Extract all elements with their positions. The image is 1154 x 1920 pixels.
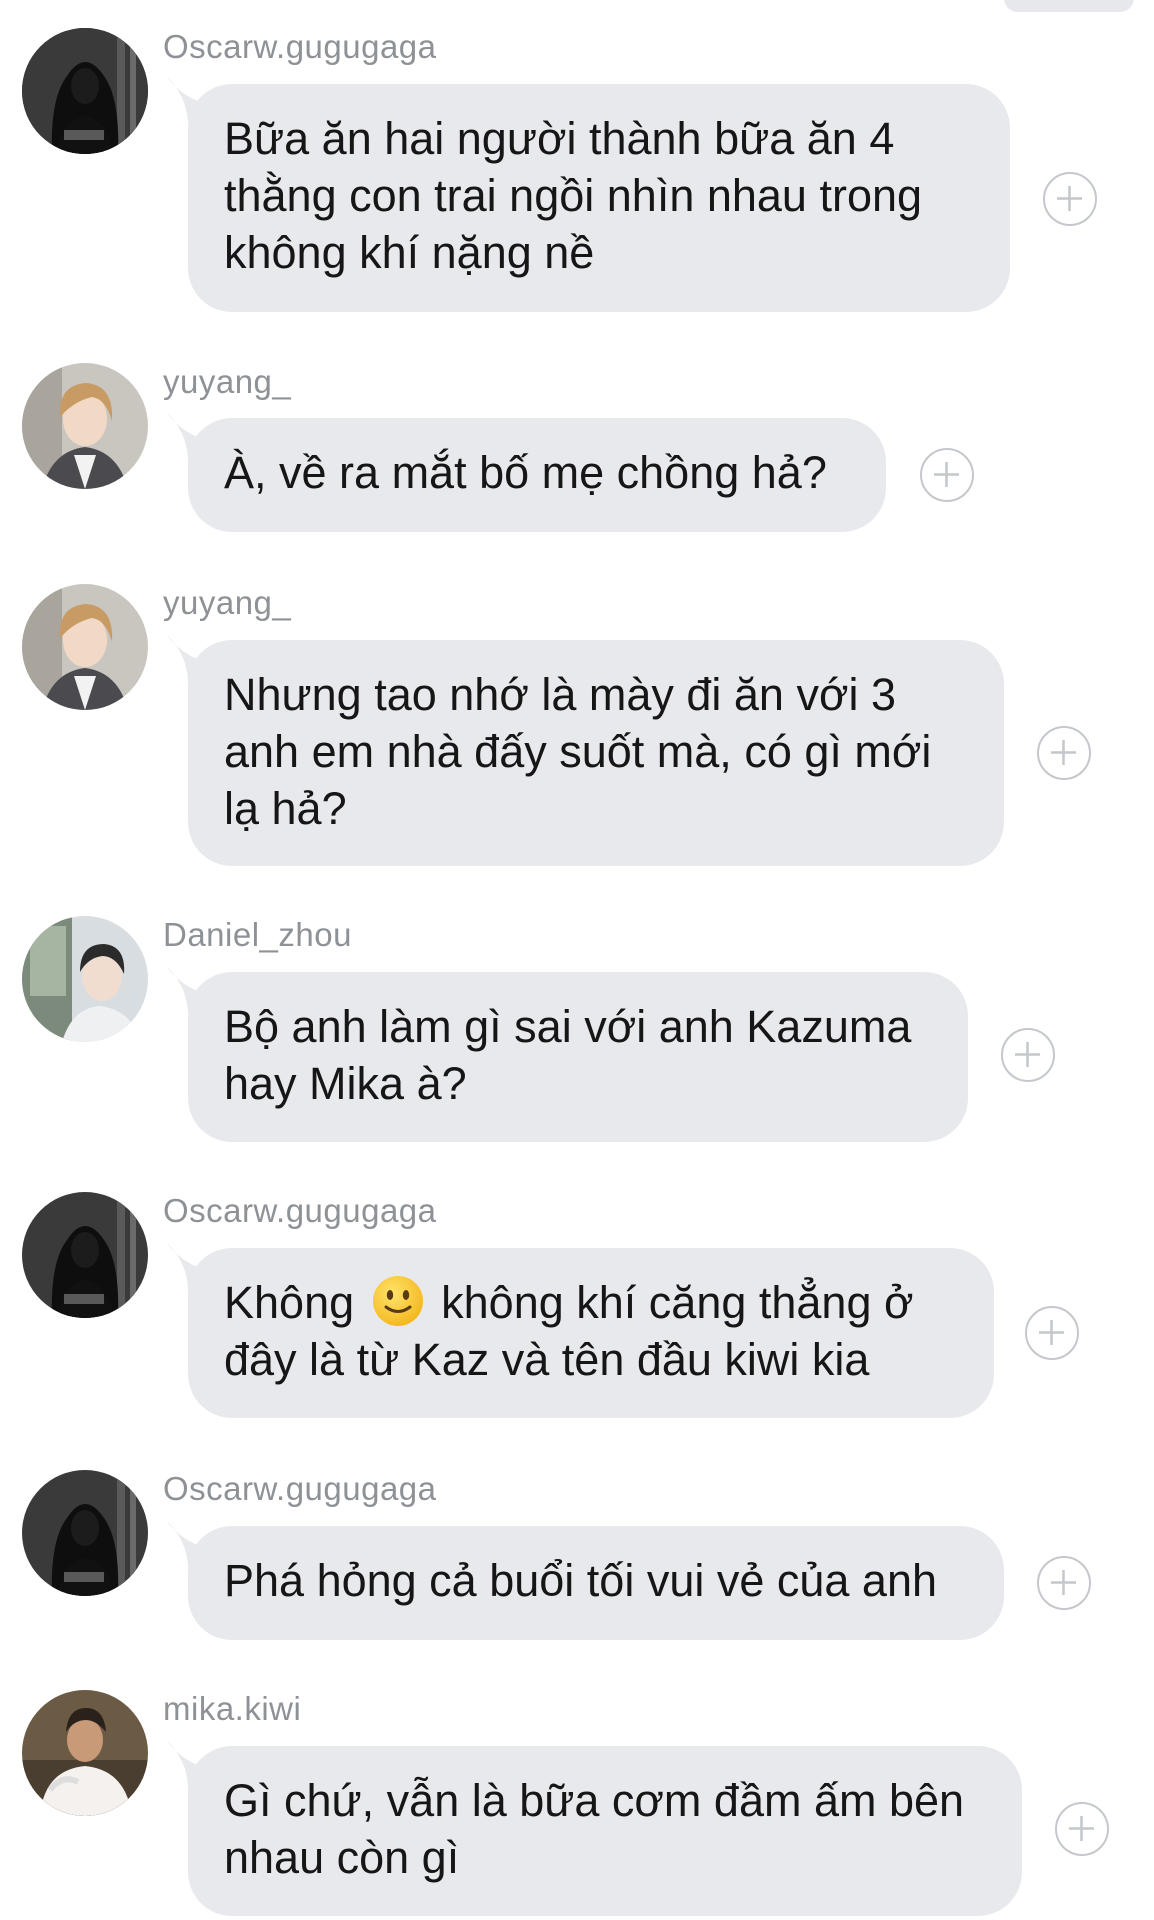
message-bubble[interactable]: Bữa ăn hai người thành bữa ăn 4 thằng co…	[188, 84, 1010, 312]
message-text: anh em nhà đấy suốt mà, có gì mới	[224, 726, 932, 777]
message-bubble[interactable]: Nhưng tao nhớ là mày đi ăn với 3 anh em …	[188, 640, 1004, 866]
sender-name: Oscarw.gugugaga	[163, 1192, 437, 1229]
avatar-oscarw[interactable]	[22, 28, 148, 154]
message-text: Bộ anh làm gì sai với anh Kazuma	[224, 1001, 912, 1052]
plus-circle-icon	[1015, 1042, 1040, 1067]
plus-circle-icon	[1051, 740, 1076, 765]
add-reaction-button[interactable]	[1001, 1028, 1055, 1082]
plus-circle-icon	[1057, 186, 1082, 211]
avatar-oscarw[interactable]	[22, 1192, 148, 1318]
add-reaction-button[interactable]	[1055, 1802, 1109, 1856]
sender-name: Oscarw.gugugaga	[163, 28, 437, 65]
message-text: lạ hả?	[224, 783, 347, 834]
plus-circle-icon	[1069, 1816, 1094, 1841]
message-text: Nhưng tao nhớ là mày đi ăn với 3	[224, 669, 896, 720]
message-bubble[interactable]: Phá hỏng cả buổi tối vui vẻ của anh	[188, 1526, 1004, 1640]
add-reaction-button[interactable]	[1025, 1306, 1079, 1360]
message-bubble[interactable]: Không không khí căng thẳng ở đây là từ K…	[188, 1248, 994, 1418]
message-text: đây là từ Kaz và tên đầu kiwi kia	[224, 1334, 870, 1385]
add-reaction-button[interactable]	[1037, 1556, 1091, 1610]
slightly-smiling-face-emoji	[372, 1276, 423, 1326]
top-status-chip	[1004, 0, 1134, 12]
sender-name: mika.kiwi	[163, 1690, 302, 1727]
message-text-line: Không không khí căng thẳng ở	[224, 1274, 958, 1331]
sender-name: Oscarw.gugugaga	[163, 1470, 437, 1507]
message-text: không khí nặng nề	[224, 227, 595, 278]
add-reaction-button[interactable]	[1037, 726, 1091, 780]
avatar-mika[interactable]	[22, 1690, 148, 1816]
message-text: À, về ra mắt bố mẹ chồng hả?	[224, 447, 827, 498]
avatar-yuyang[interactable]	[22, 363, 148, 489]
add-reaction-button[interactable]	[920, 448, 974, 502]
message-text: không khí căng thẳng ở	[441, 1277, 914, 1328]
sender-name: Daniel_zhou	[163, 916, 352, 953]
chat-thread: Oscarw.gugugaga Bữa ăn hai người thành b…	[0, 0, 1154, 1920]
message-text: Không	[224, 1277, 355, 1328]
message-text: nhau còn gì	[224, 1832, 460, 1883]
add-reaction-button[interactable]	[1043, 172, 1097, 226]
sender-name: yuyang_	[163, 363, 292, 400]
plus-circle-icon	[1039, 1320, 1064, 1345]
message-text: Gì chứ, vẫn là bữa cơm đầm ấm bên	[224, 1775, 965, 1826]
message-bubble[interactable]: Bộ anh làm gì sai với anh Kazuma hay Mik…	[188, 972, 968, 1142]
message-text: Phá hỏng cả buổi tối vui vẻ của anh	[224, 1555, 938, 1606]
message-text: hay Mika à?	[224, 1058, 467, 1109]
avatar-yuyang[interactable]	[22, 584, 148, 710]
plus-circle-icon	[934, 462, 959, 487]
avatar-daniel[interactable]	[22, 916, 148, 1042]
plus-circle-icon	[1051, 1570, 1076, 1595]
avatar-oscarw[interactable]	[22, 1470, 148, 1596]
message-bubble[interactable]: Gì chứ, vẫn là bữa cơm đầm ấm bên nhau c…	[188, 1746, 1022, 1916]
sender-name: yuyang_	[163, 584, 292, 621]
message-text: thằng con trai ngồi nhìn nhau trong	[224, 170, 923, 221]
message-text: Bữa ăn hai người thành bữa ăn 4	[224, 113, 895, 164]
message-bubble[interactable]: À, về ra mắt bố mẹ chồng hả?	[188, 418, 886, 532]
